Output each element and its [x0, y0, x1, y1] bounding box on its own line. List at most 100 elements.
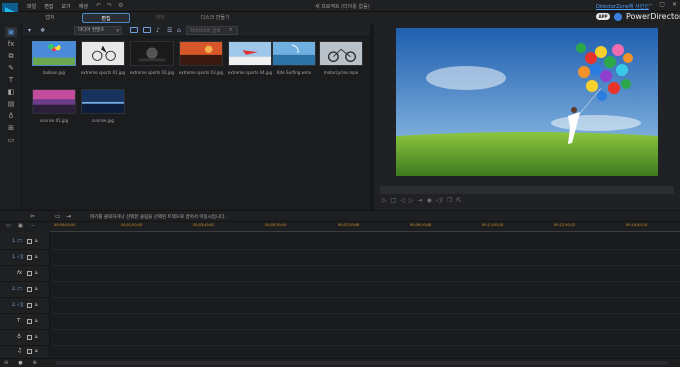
track-header-video-1[interactable]: 1. ▭ 🔒︎: [0, 234, 50, 250]
timeline-tracks[interactable]: [50, 232, 680, 358]
fast-forward-icon[interactable]: ⇥: [418, 197, 423, 204]
particle-room-icon[interactable]: ✎: [5, 63, 17, 73]
menu-view[interactable]: 보기: [61, 3, 70, 10]
view-image-button[interactable]: [143, 27, 151, 33]
zoom-out-icon[interactable]: ⊖: [4, 360, 8, 366]
menu-play[interactable]: 재생: [79, 3, 88, 10]
volume-icon[interactable]: ◁): [436, 197, 443, 204]
plugin-icon[interactable]: ❖: [40, 27, 45, 34]
media-item[interactable]: Kite Surfing.wmv: [272, 41, 316, 77]
close-icon[interactable]: ✕: [672, 1, 677, 8]
track-enable-checkbox[interactable]: [27, 335, 32, 340]
music-track-icon: ♫: [17, 348, 22, 354]
track-manager-icon[interactable]: ✂: [30, 213, 35, 220]
view-video-button[interactable]: [130, 27, 138, 33]
track-enable-checkbox[interactable]: [27, 319, 32, 324]
maximize-icon[interactable]: ▢: [659, 1, 665, 8]
media-room-icon[interactable]: ▣: [5, 27, 17, 37]
music-filter-icon[interactable]: ♪: [156, 27, 160, 34]
track-enable-checkbox[interactable]: [27, 255, 32, 260]
previous-frame-icon[interactable]: ◁: [400, 197, 405, 204]
3d-mode-icon[interactable]: ❐: [447, 197, 452, 204]
tab-edit[interactable]: 편집: [82, 13, 130, 23]
media-item[interactable]: sunrise.jpg: [81, 89, 125, 125]
undock-icon[interactable]: ⇱: [456, 197, 461, 204]
import-media-icon[interactable]: ▾: [28, 27, 31, 34]
lock-icon[interactable]: 🔒︎: [35, 286, 38, 292]
voice-over-room-icon[interactable]: ♁: [5, 111, 17, 121]
media-filter-select[interactable]: 미디어 컨텐츠 ▾: [74, 26, 122, 35]
title-room-icon[interactable]: T: [5, 75, 17, 85]
track-settings-icon[interactable]: ▭: [6, 223, 11, 229]
storyboard-icon[interactable]: ▭: [55, 213, 61, 220]
stop-icon[interactable]: □: [391, 197, 397, 204]
menu-edit[interactable]: 편집: [44, 3, 53, 10]
ruler-timecode: 00;01;50;00: [121, 223, 143, 227]
track-lane[interactable]: [50, 234, 680, 250]
track-lane[interactable]: [50, 314, 680, 330]
track-header-video-2[interactable]: 2. ▭ 🔒︎: [0, 282, 50, 298]
preview-slider[interactable]: [380, 186, 674, 194]
track-enable-checkbox[interactable]: [27, 239, 32, 244]
effects-room-icon[interactable]: fx: [5, 39, 17, 49]
track-header-fx[interactable]: fx 🔒︎: [0, 266, 50, 282]
lock-icon[interactable]: 🔒︎: [35, 334, 38, 340]
mode-bar: 캡처 편집 제작 디스크 만들기: [0, 12, 680, 24]
track-lock-all-icon[interactable]: ⋯: [30, 223, 35, 229]
timeline-ruler[interactable]: 00;00;00;00 00;01;50;00 00;03;40;02 00;0…: [50, 222, 680, 232]
track-number: 2.: [12, 303, 17, 308]
snapshot-icon[interactable]: ◉: [427, 197, 432, 204]
play-icon[interactable]: ▷: [382, 197, 387, 204]
media-item[interactable]: extreme sports 02.jpg: [130, 41, 174, 77]
track-header-audio-2[interactable]: 2. ◁) 🔒︎: [0, 298, 50, 314]
transition-room-icon[interactable]: ◧: [5, 87, 17, 97]
track-lane[interactable]: [50, 344, 680, 358]
undo-icon[interactable]: ↶: [96, 2, 101, 9]
track-enable-checkbox[interactable]: [27, 303, 32, 308]
subtitle-room-icon[interactable]: ▭: [5, 135, 17, 145]
tab-capture[interactable]: 캡처: [38, 13, 62, 23]
track-lane[interactable]: [50, 266, 680, 282]
media-item[interactable]: extreme sports 04.jpg: [228, 41, 272, 77]
track-enable-checkbox[interactable]: [27, 271, 32, 276]
lock-icon[interactable]: 🔒︎: [35, 318, 38, 324]
track-lane[interactable]: [50, 282, 680, 298]
track-enable-checkbox[interactable]: [27, 287, 32, 292]
zoom-in-icon[interactable]: ⊕: [33, 360, 37, 366]
minimize-icon[interactable]: –: [649, 1, 652, 8]
track-visibility-icon[interactable]: ▣: [18, 223, 23, 229]
settings-gear-icon[interactable]: ⚙: [118, 2, 123, 9]
audio-mixing-room-icon[interactable]: ▤: [5, 99, 17, 109]
media-item[interactable]: extreme sports 03.jpg: [179, 41, 223, 77]
timeline-mode-icon[interactable]: ⇥: [66, 213, 71, 220]
track-header-audio-1[interactable]: 1. ◁) 🔒︎: [0, 250, 50, 266]
track-lane[interactable]: [50, 250, 680, 266]
tab-produce[interactable]: 제작: [150, 13, 170, 23]
zoom-slider-icon[interactable]: ●: [18, 360, 22, 366]
search-icon[interactable]: ⌕: [229, 26, 232, 34]
horizontal-scrollbar[interactable]: [56, 361, 668, 365]
media-item[interactable]: extreme sports 01.jpg: [81, 41, 125, 77]
redo-icon[interactable]: ↷: [107, 2, 112, 9]
chapter-room-icon[interactable]: ⊞: [5, 123, 17, 133]
menu-file[interactable]: 파일: [27, 3, 36, 10]
lock-icon[interactable]: 🔒︎: [35, 302, 38, 308]
lock-icon[interactable]: 🔒︎: [35, 348, 38, 354]
lock-icon[interactable]: 🔒︎: [35, 238, 38, 244]
tab-create-disc[interactable]: 디스크 만들기: [195, 13, 235, 23]
media-item[interactable]: motorcycles.mpo: [319, 41, 363, 77]
track-enable-checkbox[interactable]: [27, 349, 32, 354]
explore-icon[interactable]: ⌂: [177, 27, 181, 34]
next-frame-icon[interactable]: ▷: [409, 197, 414, 204]
app-badge[interactable]: APP: [596, 13, 610, 20]
track-header-music[interactable]: ♫ 🔒︎: [0, 344, 50, 358]
pip-objects-room-icon[interactable]: ⧉: [5, 51, 17, 61]
lock-icon[interactable]: 🔒︎: [35, 254, 38, 260]
media-item[interactable]: balloon.jpg: [32, 41, 76, 77]
lock-icon[interactable]: 🔒︎: [35, 270, 38, 276]
media-item[interactable]: sunrise 01.jpg: [32, 89, 76, 125]
track-lane[interactable]: [50, 298, 680, 314]
sort-icon[interactable]: ☰: [167, 27, 172, 34]
track-header-title[interactable]: T 🔒︎: [0, 314, 50, 330]
directorzone-signin-link[interactable]: DirectorZone에 사인인: [596, 3, 649, 10]
